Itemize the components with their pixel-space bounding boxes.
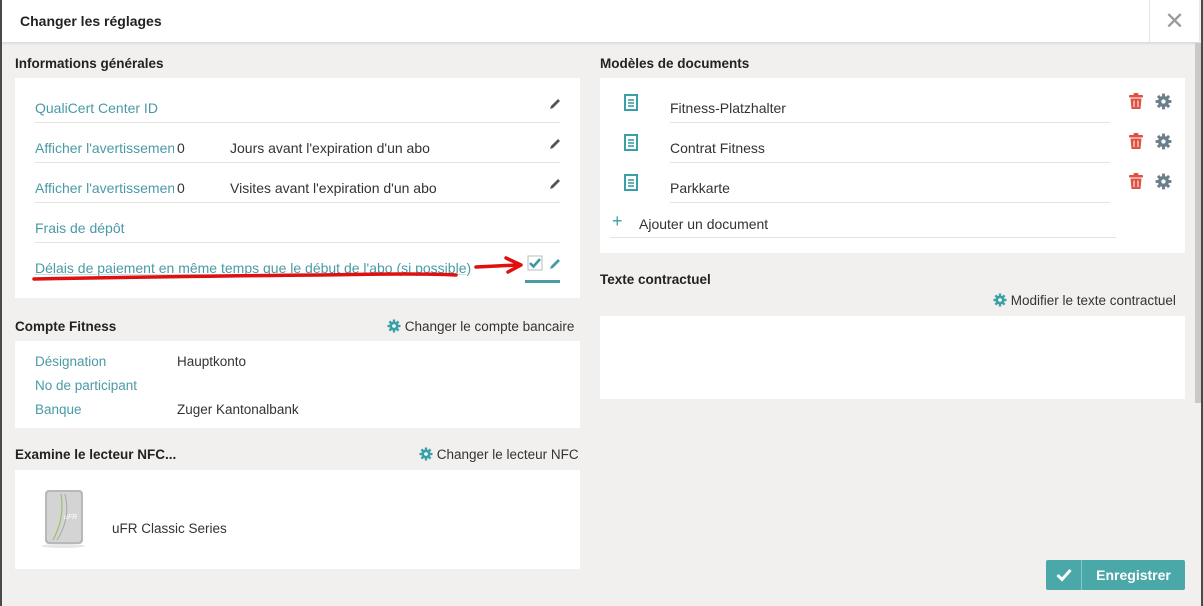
document-name: Contrat Fitness — [670, 136, 1110, 163]
trash-icon[interactable] — [1128, 132, 1144, 150]
document-icon — [624, 134, 638, 151]
warning-days-value: 0 — [177, 140, 185, 156]
warning-visits-row[interactable]: Afficher l'avertissement 0 Visites avant… — [35, 163, 560, 203]
document-name: Fitness-Platzhalter — [670, 96, 1110, 123]
pencil-icon[interactable] — [548, 177, 562, 191]
warning-days-label: Afficher l'avertissement — [35, 140, 174, 156]
add-document-label: Ajouter un document — [639, 216, 769, 232]
contract-text-panel — [600, 316, 1185, 399]
gear-icon — [387, 319, 401, 333]
dialog-header: Changer les réglages ✕ — [2, 0, 1199, 43]
participant-key: No de participant — [35, 378, 138, 393]
pencil-icon[interactable] — [548, 97, 562, 111]
gear-icon — [993, 293, 1007, 307]
nfc-logo-text: uFR — [64, 514, 77, 521]
qualicert-row[interactable]: QualiCert Center ID — [35, 83, 560, 123]
close-button[interactable]: ✕ — [1149, 0, 1199, 43]
document-row[interactable]: Contrat Fitness — [600, 123, 1185, 163]
warning-days-row[interactable]: Afficher l'avertissement 0 Jours avant l… — [35, 123, 560, 163]
contract-text-title: Texte contractuel — [600, 272, 711, 287]
document-icon — [624, 174, 638, 191]
add-document-button[interactable]: + Ajouter un document — [610, 203, 1116, 238]
qualicert-label: QualiCert Center ID — [35, 100, 158, 116]
check-icon — [1046, 560, 1082, 590]
gear-icon — [419, 447, 433, 461]
warning-visits-value: 0 — [177, 180, 185, 196]
change-nfc-label: Changer le lecteur NFC — [436, 447, 579, 462]
bank-value: Zuger Kantonalbank — [177, 402, 299, 417]
save-button[interactable]: Enregistrer — [1046, 560, 1185, 590]
trash-icon[interactable] — [1128, 92, 1144, 110]
save-label: Enregistrer — [1096, 567, 1171, 583]
deposit-fee-row[interactable]: Frais de dépôt — [35, 203, 560, 243]
edit-contract-text-label: Modifier le texte contractuel — [1010, 293, 1176, 308]
gear-icon[interactable] — [1155, 133, 1172, 150]
scrollbar[interactable] — [1195, 43, 1201, 403]
change-bank-account-link[interactable]: Changer le compte bancaire — [387, 319, 574, 334]
deposit-fee-label: Frais de dépôt — [35, 220, 125, 236]
plus-icon: + — [612, 211, 623, 231]
bank-key: Banque — [35, 402, 82, 417]
edit-contract-text-link[interactable]: Modifier le texte contractuel — [993, 293, 1176, 308]
warning-visits-label: Afficher l'avertissement — [35, 180, 174, 196]
designation-key: Désignation — [35, 354, 107, 369]
document-row[interactable]: Parkkarte — [600, 163, 1185, 203]
dialog-title: Changer les réglages — [20, 13, 162, 29]
documents-title: Modèles de documents — [600, 56, 750, 71]
general-section-title: Informations générales — [15, 56, 164, 71]
nfc-device-name: uFR Classic Series — [112, 521, 227, 536]
fitness-account-panel: Désignation Hauptkonto No de participant… — [15, 341, 580, 428]
pencil-icon[interactable] — [548, 137, 562, 151]
nfc-device-image: uFR — [35, 488, 91, 548]
change-bank-account-label: Changer le compte bancaire — [404, 319, 575, 334]
annotation-arrow — [32, 256, 523, 281]
change-nfc-link[interactable]: Changer le lecteur NFC — [419, 447, 579, 462]
warning-visits-unit: Visites avant l'expiration d'un abo — [230, 180, 437, 196]
designation-value: Hauptkonto — [177, 354, 247, 369]
nfc-title: Examine le lecteur NFC... — [15, 447, 177, 462]
document-name: Parkkarte — [670, 176, 1110, 203]
documents-panel: Fitness-Platzhalter Contrat Fitness Park… — [600, 78, 1185, 253]
gear-icon[interactable] — [1155, 93, 1172, 110]
document-row[interactable]: Fitness-Platzhalter — [600, 83, 1185, 123]
fitness-account-title: Compte Fitness — [15, 319, 117, 334]
document-icon — [624, 94, 638, 111]
trash-icon[interactable] — [1128, 172, 1144, 190]
close-icon: ✕ — [1164, 8, 1185, 35]
gear-icon[interactable] — [1155, 173, 1172, 190]
warning-days-unit: Jours avant l'expiration d'un abo — [230, 140, 430, 156]
nfc-panel: uFR uFR Classic Series — [15, 470, 580, 569]
